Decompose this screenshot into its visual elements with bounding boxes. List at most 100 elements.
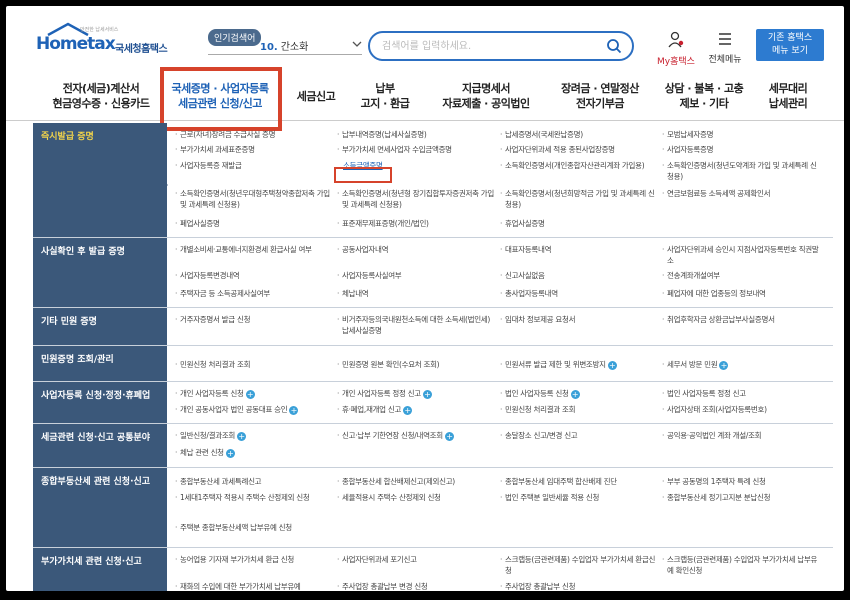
hamburger-menu-icon <box>719 33 731 45</box>
menu-link[interactable]: 공동사업자내역 <box>337 244 495 255</box>
menu-link[interactable]: 신고·납부 기한연장 신청/내역조회+ <box>337 430 495 441</box>
menu-link[interactable]: 신고사실없음 <box>500 270 658 281</box>
hometax-logo[interactable]: 안전한 납세서비스 Hometax 국세청홈택스 <box>36 22 176 58</box>
submenu-row-instant-certificates: 즉시발급 증명 근로(자녀)장려금 수급사실 증명 납부내역증명(납세사실증명)… <box>33 123 833 238</box>
menu-link[interactable]: 모범납세자증명 <box>662 129 822 140</box>
menu-link[interactable]: 개인 사업자등록 신청+ <box>175 388 333 399</box>
menu-link[interactable]: 근로(자녀)장려금 수급사실 증명 <box>175 129 330 140</box>
all-menu-button[interactable]: 전체메뉴 <box>704 31 746 65</box>
menu-link[interactable]: 주택자금 등 소득공제사실여부 <box>175 288 333 299</box>
menu-link[interactable]: 스크랩등(금관련제품) 수입업자 부가가치세 납부유예 확인신청 <box>662 554 822 576</box>
menu-link[interactable]: 체납내역 <box>337 288 495 299</box>
menu-link[interactable]: 사업자단위과세 적용 종된사업장증명 <box>500 144 658 155</box>
menu-link[interactable]: 소득확인증명서(청년우대형주택청약종합저축 가입 및 과세특례 신청용) <box>175 188 330 210</box>
nav-tab-line2: 현금영수증 · 신용카드 <box>52 97 150 110</box>
menu-link[interactable]: 민원증명 원본 확인(수요처 조회) <box>337 359 495 370</box>
menu-link[interactable]: 민원서류 발급 제한 및 위변조방지+ <box>500 359 658 370</box>
menu-link[interactable]: 휴업사실증명 <box>500 218 658 229</box>
menu-link[interactable]: 소득확인증명서(청년희망적금 가입 및 과세특례 신청용) <box>500 188 658 210</box>
menu-link[interactable]: 주택분 종합부동산세액 납부유예 신청 <box>175 522 333 533</box>
menu-link[interactable]: 취업후학자금 상환금납부사실증명서 <box>662 314 827 325</box>
menu-link[interactable]: 부가가치세 과세표준증명 <box>175 144 330 155</box>
my-hometax-label: My홈택스 <box>657 57 695 67</box>
menu-link[interactable]: 사업자등록증명 <box>662 144 822 155</box>
nav-tab-consulting[interactable]: 상담 · 불복 · 고충 제보 · 기타 <box>658 81 750 111</box>
menu-link[interactable]: 전송계좌개설여부 <box>662 270 822 281</box>
menu-link[interactable]: 개인 공동사업자 법인 공동대표 승인+ <box>175 404 335 415</box>
menu-link[interactable]: 소득확인증명서(청년형 장기집합투자증권저축 가입 및 과세특례 신청용) <box>337 188 495 210</box>
nav-tab-payment[interactable]: 납부 고지 · 환급 <box>354 81 416 111</box>
nav-tab-tax-filing[interactable]: 세금신고 <box>291 89 341 104</box>
annotation-highlight-nav <box>160 67 282 131</box>
menu-link[interactable]: 부가가치세 면세사업자 수입금액증명 <box>337 144 495 155</box>
menu-link[interactable]: 납세증명서(국세완납증명) <box>500 129 658 140</box>
nav-tab-payment-statements[interactable]: 지급명세서 자료제출 · 공익법인 <box>431 81 541 111</box>
menu-link[interactable]: 종합부동산세 합산배제신고(제외신고) <box>337 476 495 487</box>
menu-link[interactable]: 법인 사업자등록 정정 신고 <box>662 388 822 399</box>
popular-search-term[interactable]: 10. 간소화 <box>260 38 308 53</box>
menu-link[interactable]: 대표자등록내역 <box>500 244 658 255</box>
menu-link[interactable]: 소득확인증명서(청년도약계좌 가입 및 과세특례 신청용) <box>662 160 822 182</box>
search-icon[interactable] <box>606 38 622 54</box>
menu-link[interactable]: 사업자등록사실여부 <box>337 270 495 281</box>
nav-tab-line1: 상담 · 불복 · 고충 <box>664 82 744 95</box>
menu-link[interactable]: 연금보험료등 소득세액 공제확인서 <box>662 188 822 199</box>
menu-link[interactable]: 1세대1주택자 적용시 주택수 산정제외 신청 <box>175 492 325 503</box>
menu-link[interactable]: 총사업자등록내역 <box>500 288 658 299</box>
plus-icon: + <box>607 361 617 370</box>
menu-link[interactable]: 송달장소 신고/변경 신고 <box>500 430 658 441</box>
menu-link[interactable]: 농어업용 기자재 부가가치세 환급 신청 <box>175 554 333 565</box>
nav-tab-e-invoice[interactable]: 전자(세금)계산서 현금영수증 · 신용카드 <box>46 81 156 111</box>
menu-link[interactable]: 임대차 정보제공 요청서 <box>500 314 658 325</box>
my-hometax-button[interactable]: My홈택스 <box>656 31 696 67</box>
menu-link[interactable]: 종합부동산세 정기고지분 분납신청 <box>662 492 822 503</box>
menu-link[interactable]: 개인 사업자등록 정정 신고+ <box>337 388 495 399</box>
menu-link[interactable]: 사업자등록변경내역 <box>175 270 333 281</box>
row-heading: 종합부동산세 관련 신청·신고 <box>33 468 167 547</box>
menu-link[interactable]: 폐업사실증명 <box>175 218 330 229</box>
menu-link[interactable]: 사업자상태 조회(사업자등록번호) <box>662 404 822 415</box>
menu-link[interactable]: 민원신청 처리결과 조회 <box>500 404 658 415</box>
menu-link[interactable]: 민원신청 처리결과 조회 <box>175 359 333 370</box>
menu-link[interactable]: 사업자단위과세 포기신고 <box>337 554 495 565</box>
menu-link[interactable]: 표준재무제표증명(개인/법인) <box>337 218 495 229</box>
menu-link[interactable]: 법인 사업자등록 신청+ <box>500 388 658 399</box>
popular-divider <box>208 54 362 55</box>
submenu-row-vat: 부가가치세 관련 신청·신고 농어업용 기자재 부가가치세 환급 신청 사업자단… <box>33 548 833 591</box>
plus-icon: + <box>570 390 580 399</box>
search-input[interactable] <box>382 37 602 55</box>
menu-link[interactable]: 납부내역증명(납세사실증명) <box>337 129 495 140</box>
menu-link[interactable]: 스크랩등(금관련제품) 수입업자 부가가치세 환급신청 <box>500 554 658 576</box>
menu-link[interactable]: 사업자단위과세 승인시 지점사업자등록번호 직권말소 <box>662 244 822 266</box>
menu-link[interactable]: 일반신청/결과조회+ <box>175 430 333 441</box>
nav-tab-line2: 자료제출 · 공익법인 <box>442 97 530 110</box>
menu-link[interactable]: 거주자증명서 발급 신청 <box>175 314 333 325</box>
menu-link[interactable]: 사업자등록증 재발급 <box>175 160 330 171</box>
nav-tab-incentives[interactable]: 장려금 · 연말정산 전자기부금 <box>546 81 654 111</box>
menu-link[interactable]: 휴·폐업,재개업 신고+ <box>337 404 495 415</box>
menu-link[interactable]: 체납 관련 신청+ <box>175 447 333 458</box>
menu-link[interactable]: 비거주자등의국내원천소득에 대한 소득세(법인세) 납세사실증명 <box>337 314 495 336</box>
menu-link-label: 법인 사업자등록 신청 <box>505 389 569 398</box>
menu-link[interactable]: 부부 공동명의 1주택자 특례 신청 <box>662 476 822 487</box>
chevron-down-icon[interactable] <box>352 40 362 48</box>
old-hometax-menu-button[interactable]: 기존 홈택스 메뉴 보기 <box>756 29 824 61</box>
menu-link[interactable]: 주사업장 총괄납부 신청 <box>500 581 658 591</box>
menu-link[interactable]: 폐업자에 대한 업종등의 정보내역 <box>662 288 822 299</box>
browser-viewport: 안전한 납세서비스 Hometax 국세청홈택스 인기검색어 10. 간소화 검… <box>6 6 844 591</box>
menu-link[interactable]: 재화의 수입에 대한 부가가치세 납부유예 <box>175 581 333 591</box>
menu-link[interactable]: 종합부동산세 과세특례신고 <box>175 476 333 487</box>
menu-link[interactable]: 법인 주택분 일반세율 적용 신청 <box>500 492 658 503</box>
menu-link[interactable]: 세율적용시 주택수 산정제외 신청 <box>337 492 495 503</box>
menu-link[interactable]: 개별소비세·교통에너지환경세 환급사실 여부 <box>175 244 333 255</box>
menu-link[interactable]: 공익용·공익법인 계좌 개설/조회 <box>662 430 822 441</box>
menu-link[interactable]: 소득확인증명서(개인종합자산관리계좌 가입용) <box>500 160 658 171</box>
nav-tab-line2: 전자기부금 <box>575 97 625 110</box>
menu-link[interactable]: 주사업장 총괄납부 변경 신청 <box>337 581 495 591</box>
plus-icon: + <box>403 406 413 415</box>
menu-link[interactable]: 세무서 방문 민원+ <box>662 359 822 370</box>
logo-korean-name: 국세청홈택스 <box>115 44 168 55</box>
nav-tab-tax-agent[interactable]: 세무대리 납세관리 <box>758 81 818 111</box>
menu-link[interactable]: 종합부동산세 임대주택 합산배제 진단 <box>500 476 658 487</box>
old-home-line1: 기존 홈택스 <box>767 33 813 43</box>
